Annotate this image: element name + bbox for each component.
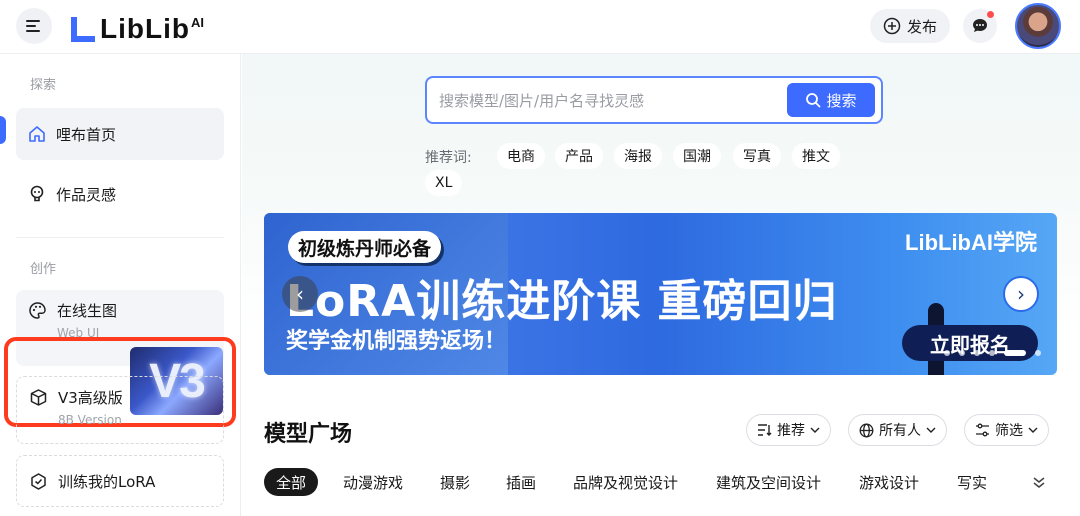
banner-pagination [944, 350, 1041, 356]
pagination-dot-active[interactable] [1004, 350, 1026, 356]
tab-illustration[interactable]: 插画 [494, 468, 548, 496]
tags-label: 推荐词: [425, 150, 472, 166]
chevron-down-icon [1028, 427, 1038, 433]
logo-superscript: AI [190, 15, 204, 30]
pagination-dot[interactable] [959, 350, 965, 356]
tab-realistic[interactable]: 写实 [945, 468, 999, 496]
tag-item[interactable]: 电商 [497, 143, 545, 169]
main-content: 搜索 推荐词: 电商 产品 海报 国潮 写真 推文 XL 初级炼丹师必备 Lib… [242, 54, 1080, 516]
chat-icon [973, 19, 987, 32]
filter-label: 所有人 [879, 423, 921, 439]
pagination-dot[interactable] [944, 350, 950, 356]
sidebar-item-inspiration[interactable]: 作品灵感 [16, 168, 224, 220]
v3-advanced-card[interactable]: V3高级版 8B Version [16, 376, 224, 444]
search-button[interactable]: 搜索 [787, 83, 875, 117]
model-square-title: 模型广场 [264, 422, 353, 447]
publish-button[interactable]: 发布 [870, 9, 950, 43]
user-avatar[interactable] [1015, 3, 1061, 49]
home-icon [29, 126, 45, 142]
banner-prev-button[interactable]: ‹ [282, 276, 318, 312]
filter-label: 筛选 [995, 423, 1023, 439]
search-button-label: 搜索 [826, 91, 857, 110]
create-section-title: 创作 [30, 262, 57, 277]
tab-all[interactable]: 全部 [264, 468, 319, 496]
tag-item[interactable]: 国潮 [673, 143, 721, 169]
banner-title: LoRA训练进阶课 重磅回归 [286, 276, 838, 327]
chevron-down-icon [926, 427, 936, 433]
tag-item[interactable]: XL [425, 170, 463, 196]
publish-label: 发布 [906, 17, 937, 36]
filter-label: 推荐 [777, 423, 805, 439]
tab-architecture-space-design[interactable]: 建筑及空间设计 [704, 468, 833, 496]
active-indicator [0, 116, 6, 144]
sidebar-divider [16, 237, 224, 238]
notification-dot [987, 11, 994, 18]
double-chevron-down-icon [1033, 477, 1045, 488]
sort-recommend-dropdown[interactable]: 推荐 [746, 414, 831, 446]
search-icon [806, 93, 821, 108]
banner-logo: LibLibAI学院 [905, 230, 1037, 255]
sidebar: 探索 哩布首页 作品灵感 创作 在线生图 Web UI V3 V3高级版 8B … [0, 54, 241, 516]
tab-game-design[interactable]: 游戏设计 [847, 468, 931, 496]
logo-mark-icon [71, 17, 95, 42]
palette-icon [29, 302, 46, 319]
tag-item[interactable]: 推文 [792, 143, 840, 169]
logo-text: LibLib [100, 13, 190, 44]
top-header: LibLib AI 发布 [0, 0, 1080, 54]
chevron-down-icon [810, 427, 820, 433]
banner-pill: 初级炼丹师必备 [288, 231, 442, 263]
tab-anime-games[interactable]: 动漫游戏 [331, 468, 415, 496]
tag-item[interactable]: 写真 [733, 143, 781, 169]
card-label: V3高级版 [58, 389, 123, 407]
sliders-icon [976, 423, 989, 437]
search-input[interactable] [439, 90, 769, 112]
hexagon-icon [31, 472, 46, 490]
tab-photography[interactable]: 摄影 [428, 468, 482, 496]
sidebar-item-label: 作品灵感 [56, 185, 117, 204]
card-subtitle: 8B Version [58, 413, 122, 427]
chevron-right-icon: › [1017, 282, 1025, 306]
train-lora-card[interactable]: 训练我的LoRA [16, 455, 224, 507]
tab-brand-visual-design[interactable]: 品牌及视觉设计 [561, 468, 690, 496]
filter-dropdown[interactable]: 筛选 [964, 414, 1049, 446]
globe-icon [859, 423, 874, 437]
card-label: 在线生图 [57, 302, 118, 320]
promo-banner[interactable]: 初级炼丹师必备 LibLibAI学院 LoRA训练进阶课 重磅回归 奖学金机制强… [264, 213, 1057, 375]
tag-item[interactable]: 海报 [614, 143, 662, 169]
cube-icon [30, 389, 47, 406]
pagination-dot[interactable] [989, 350, 995, 356]
search-box: 搜索 [425, 76, 883, 124]
card-label: 训练我的LoRA [58, 472, 156, 491]
menu-icon [26, 20, 40, 32]
sidebar-item-label: 哩布首页 [56, 125, 117, 144]
chevron-left-icon: ‹ [296, 282, 304, 306]
liblib-logo[interactable]: LibLib AI [68, 10, 204, 44]
tag-item[interactable]: 产品 [555, 143, 603, 169]
pagination-dot[interactable] [974, 350, 980, 356]
audience-dropdown[interactable]: 所有人 [848, 414, 947, 446]
banner-subtitle: 奖学金机制强势返场！ [286, 329, 507, 354]
sort-icon [758, 424, 772, 436]
menu-button[interactable] [16, 8, 52, 44]
banner-next-button[interactable]: › [1003, 276, 1039, 312]
sidebar-item-home[interactable]: 哩布首页 [16, 108, 224, 160]
explore-section-title: 探索 [30, 78, 57, 93]
lightbulb-icon [30, 185, 44, 202]
pagination-dot[interactable] [1035, 350, 1041, 356]
expand-categories-button[interactable] [1032, 474, 1046, 493]
plus-circle-icon [883, 17, 901, 35]
